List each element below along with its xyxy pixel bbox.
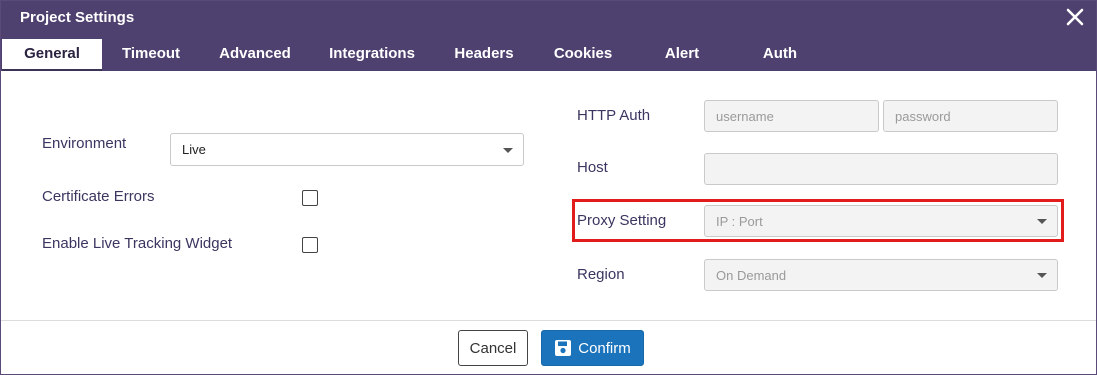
- username-placeholder: username: [716, 108, 774, 124]
- chevron-down-icon: [503, 147, 513, 153]
- region-value: On Demand: [716, 267, 787, 283]
- dialog-header: Project Settings General Timeout Advance…: [1, 1, 1096, 71]
- username-field[interactable]: username: [704, 100, 879, 132]
- confirm-button[interactable]: Confirm: [541, 330, 644, 366]
- http-auth-label: HTTP Auth: [577, 107, 651, 124]
- live-tracking-checkbox[interactable]: [302, 237, 318, 253]
- live-tracking-label: Enable Live Tracking Widget: [42, 235, 233, 252]
- region-label: Region: [577, 266, 625, 283]
- password-field[interactable]: password: [883, 100, 1058, 132]
- password-placeholder: password: [895, 108, 951, 124]
- tab-cookies[interactable]: Cookies: [547, 39, 619, 69]
- tab-alert[interactable]: Alert: [653, 39, 711, 69]
- tab-timeout[interactable]: Timeout: [111, 39, 191, 69]
- save-icon: [555, 340, 572, 356]
- certificate-errors-checkbox[interactable]: [302, 190, 318, 206]
- tab-headers[interactable]: Headers: [445, 39, 523, 69]
- project-settings-dialog: Project Settings General Timeout Advance…: [0, 0, 1097, 375]
- proxy-setting-select[interactable]: IP : Port: [704, 205, 1058, 237]
- tab-advanced[interactable]: Advanced: [209, 39, 301, 69]
- environment-value: Live: [182, 142, 206, 157]
- chevron-down-icon: [1037, 273, 1047, 278]
- cancel-button[interactable]: Cancel: [458, 330, 528, 366]
- tab-bar: General Timeout Advanced Integrations He…: [1, 39, 1096, 71]
- host-label: Host: [577, 159, 608, 176]
- environment-select[interactable]: Live: [170, 133, 524, 166]
- close-icon[interactable]: [1064, 6, 1086, 28]
- tab-general[interactable]: General: [2, 39, 102, 71]
- dialog-title: Project Settings: [20, 9, 135, 26]
- cancel-button-label: Cancel: [469, 339, 517, 357]
- chevron-down-icon: [1037, 219, 1047, 224]
- confirm-button-label: Confirm: [578, 339, 631, 357]
- host-field[interactable]: [704, 153, 1058, 185]
- environment-label: Environment: [42, 135, 127, 152]
- proxy-setting-label: Proxy Setting: [577, 212, 667, 229]
- proxy-setting-placeholder: IP : Port: [716, 213, 763, 229]
- tab-integrations[interactable]: Integrations: [319, 39, 425, 69]
- certificate-errors-label: Certificate Errors: [42, 188, 155, 205]
- footer-divider: [1, 320, 1096, 321]
- tab-auth[interactable]: Auth: [751, 39, 809, 69]
- region-select[interactable]: On Demand: [704, 259, 1058, 291]
